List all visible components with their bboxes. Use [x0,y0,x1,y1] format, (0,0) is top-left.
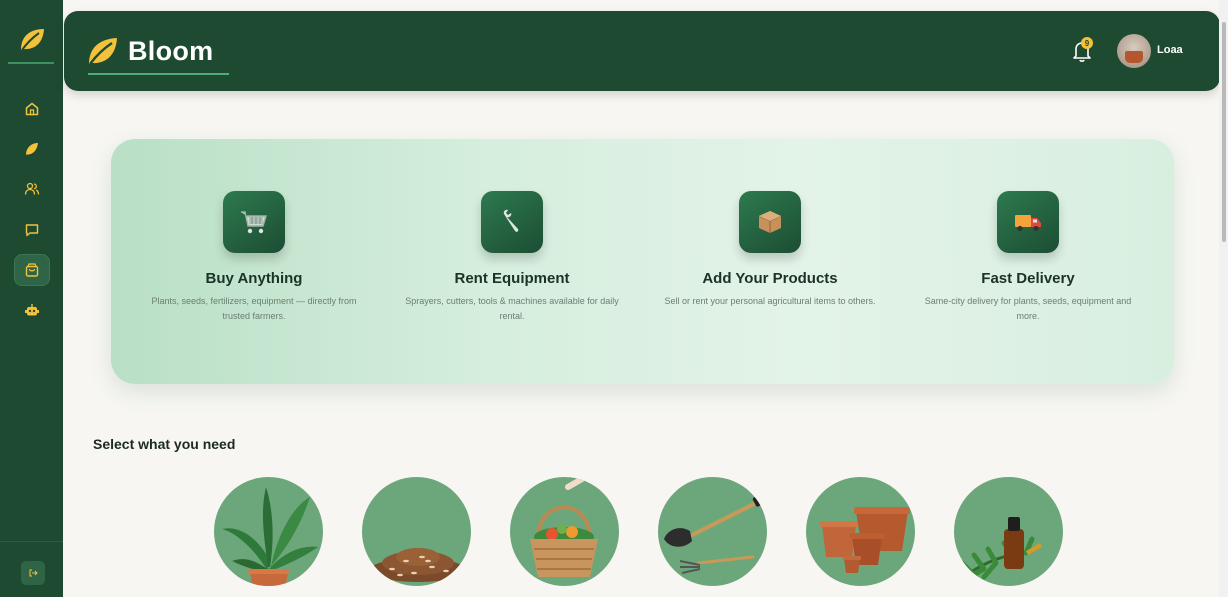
wrench-icon [503,209,519,232]
shovel-icon [664,495,764,574]
section-title: Select what you need [93,436,236,452]
user-name[interactable]: Loaa [1157,44,1183,56]
leaf-icon [26,143,38,155]
logout-icon [29,569,38,577]
chat-icon [25,224,39,237]
sidebar-item-home[interactable] [14,93,50,125]
features-banner: Buy Anything Plants, seeds, fertilizers,… [111,139,1174,384]
feature-delivery: Fast Delivery Same-city delivery for pla… [898,191,1158,324]
feature-title: Rent Equipment [454,270,570,287]
feature-buy: Buy Anything Plants, seeds, fertilizers,… [124,191,384,324]
sidebar-divider [0,541,63,542]
brand-underline [88,73,229,75]
oil-bottle-icon [959,517,1042,580]
basket-icon [530,477,598,577]
feature-icon-box [481,191,543,253]
feature-add-products: Add Your Products Sell or rent your pers… [640,191,900,309]
feature-description: Plants, seeds, fertilizers, equipment — … [151,296,357,321]
category-oils[interactable] [954,477,1063,586]
logout-button[interactable] [21,561,45,585]
feature-title: Add Your Products [702,270,838,287]
top-header: Bloom 9 Loaa [64,11,1220,91]
sidebar-item-community[interactable] [14,173,50,205]
sidebar-item-shop[interactable] [14,254,50,286]
sidebar-logo-underline [8,62,54,64]
avatar-pot [1125,51,1143,63]
seeds-icon [370,548,466,582]
feature-description: Sell or rent your personal agricultural … [664,296,876,306]
avatar[interactable] [1117,34,1151,68]
scrollbar-thumb[interactable] [1222,22,1226,242]
brand[interactable]: Bloom [86,35,214,67]
sidebar-item-assistant[interactable] [14,294,50,326]
home-icon [25,102,39,116]
leaf-logo-icon [89,38,117,65]
app-name: Bloom [128,35,214,66]
cart-icon [241,211,268,234]
pots-icon [820,507,910,573]
notification-badge: 9 [1081,37,1093,49]
feature-icon-box [739,191,801,253]
truck-icon [1015,215,1041,232]
feature-rent: Rent Equipment Sprayers, cutters, tools … [382,191,642,324]
feature-description: Sprayers, cutters, tools & machines avai… [405,296,619,321]
box-icon [758,211,782,233]
category-plants[interactable] [214,477,323,586]
category-pots[interactable] [806,477,915,586]
feature-icon-box [223,191,285,253]
plant-icon [222,487,318,586]
category-seeds[interactable] [362,477,471,586]
feature-description: Same-city delivery for plants, seeds, eq… [924,296,1132,321]
sidebar [0,0,63,597]
category-produce[interactable] [510,477,619,586]
sidebar-item-chat[interactable] [14,214,50,246]
category-tools[interactable] [658,477,767,586]
sidebar-item-plants[interactable] [14,133,50,165]
feature-title: Buy Anything [205,270,303,287]
sidebar-logo-leaf-icon[interactable] [14,22,50,58]
feature-icon-box [997,191,1059,253]
users-icon [24,182,40,195]
robot-icon [25,304,39,316]
shopping-bag-icon [25,263,39,277]
feature-title: Fast Delivery [981,270,1075,287]
